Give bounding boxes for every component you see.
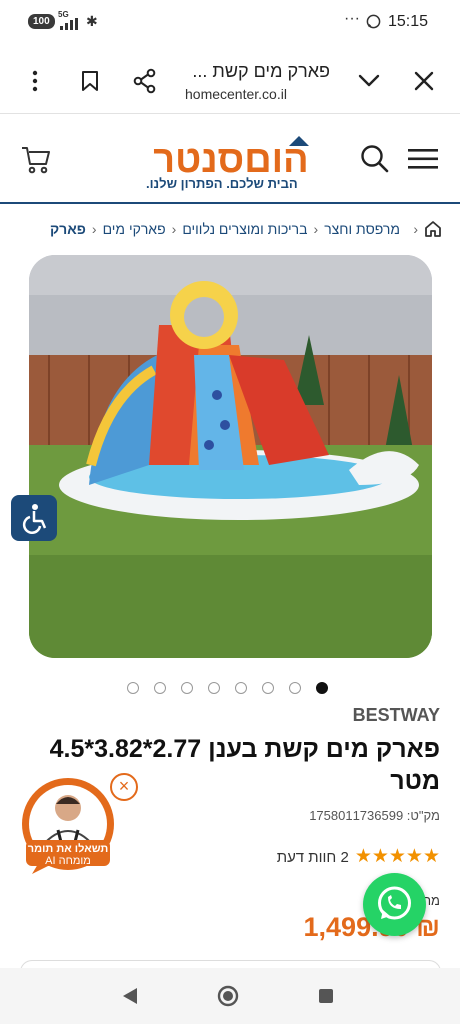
breadcrumb-item-pools[interactable]: בריכות ומוצרים נלווים <box>182 221 307 237</box>
carousel-dot[interactable] <box>127 682 139 694</box>
breadcrumb: ‹ מרפסת וחצר ‹ בריכות ומוצרים נלווים ‹ פארקי… <box>0 214 460 246</box>
accessibility-button[interactable] <box>11 495 57 541</box>
expert-badge-label: תשאלו את תומר מומחה AI <box>27 843 109 867</box>
carousel-dot[interactable] <box>235 682 247 694</box>
battery-indicator: 100 <box>28 14 55 29</box>
breadcrumb-separator: ‹ <box>313 221 319 237</box>
wheelchair-icon <box>22 504 47 534</box>
breadcrumb-item-porch[interactable]: מרפסת וחצר <box>324 221 400 237</box>
site-tagline: הבית שלכם. הפתרון שלנו. <box>146 176 298 191</box>
browser-toolbar: פארק מים קשת ... homecenter.co.il <box>0 44 460 114</box>
carousel-dot[interactable] <box>262 682 274 694</box>
close-icon[interactable]: × <box>110 773 138 801</box>
rating-stars: ★★★★★ <box>354 846 440 867</box>
whatsapp-icon <box>378 886 411 920</box>
search-icon[interactable] <box>360 144 390 174</box>
carousel-dot[interactable] <box>289 682 301 694</box>
menu-kebab-icon[interactable] <box>30 70 40 92</box>
svg-text:הוםסנטר: הוםסנטר <box>153 139 308 180</box>
page-title: פארק מים קשת ... <box>192 61 330 81</box>
carousel-dot-active[interactable] <box>316 682 328 694</box>
breadcrumb-separator: ‹ <box>413 221 418 237</box>
carousel-dot[interactable] <box>154 682 166 694</box>
product-image[interactable] <box>29 255 432 658</box>
site-header: הוםסנטר הבית שלכם. הפתרון שלנו. <box>0 114 460 204</box>
hamburger-menu-icon[interactable] <box>408 148 438 170</box>
reviews-count[interactable]: 2 חוות דעת <box>277 849 349 866</box>
price-label: מר <box>424 893 440 908</box>
carousel-dot[interactable] <box>208 682 220 694</box>
image-carousel-pagination <box>127 682 337 696</box>
back-icon[interactable] <box>121 986 139 1006</box>
product-brand[interactable]: BESTWAY <box>353 705 440 726</box>
close-icon[interactable] <box>414 71 434 91</box>
home-button-icon[interactable] <box>217 985 239 1007</box>
product-sku: מק"ט: 1758011736599 <box>309 808 440 823</box>
breadcrumb-separator: ‹ <box>171 221 177 237</box>
recent-apps-icon[interactable] <box>318 988 334 1004</box>
signal-icon <box>60 18 78 30</box>
status-bar: 100 5G ✱ ··· 15:15 <box>0 0 460 44</box>
url-text[interactable]: homecenter.co.il <box>185 86 287 102</box>
clock: 15:15 <box>388 13 429 30</box>
system-navigation-bar <box>0 968 460 1024</box>
inflatable-water-park-illustration <box>29 255 432 658</box>
chevron-down-icon[interactable] <box>358 74 380 88</box>
cart-icon[interactable] <box>20 144 52 176</box>
bluetooth-icon: ✱ <box>86 13 98 29</box>
home-icon[interactable] <box>424 220 442 238</box>
whatsapp-chat-button[interactable] <box>363 873 426 936</box>
breadcrumb-item-water-parks[interactable]: פארקי מים <box>103 221 166 237</box>
product-rating[interactable]: ★★★★★ 2 חוות דעת <box>277 845 440 868</box>
carousel-dot[interactable] <box>181 682 193 694</box>
whatsapp-notification-icon <box>366 14 381 29</box>
breadcrumb-item-current: פארק <box>50 221 86 237</box>
homecenter-logo[interactable]: הוםסנטר <box>147 136 315 180</box>
bookmark-icon[interactable] <box>80 70 100 92</box>
breadcrumb-separator: ‹ <box>91 221 97 237</box>
share-icon[interactable] <box>133 68 157 94</box>
more-notifications-icon: ··· <box>344 10 360 27</box>
